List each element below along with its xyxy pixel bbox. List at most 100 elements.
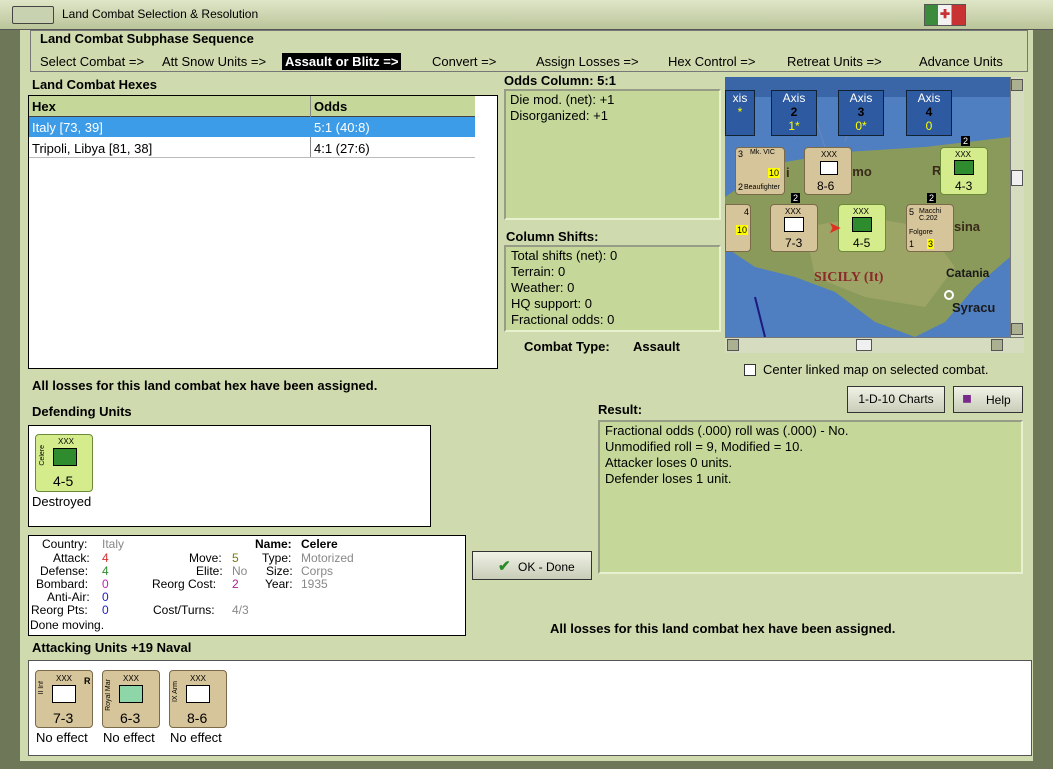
map-counter-ix-arm[interactable]: XXX 8-6 <box>804 147 852 195</box>
infantry-symbol-icon <box>954 160 974 175</box>
counter-top: XXX <box>821 150 838 159</box>
help-button-label: Help <box>986 393 1011 407</box>
counter-badge: 2 <box>961 136 971 146</box>
counter-top: XXX <box>56 674 73 683</box>
seq-step-att-snow: Att Snow Units => <box>162 54 267 69</box>
axis-box: xis * <box>725 90 755 136</box>
armor-symbol-icon <box>186 685 210 703</box>
counter-top: XXX <box>190 674 207 683</box>
done-moving: Done moving. <box>30 618 105 632</box>
seq-step-convert: Convert => <box>432 54 497 69</box>
map-counter-partial[interactable]: 4 10 <box>725 204 751 252</box>
losses-assigned-message: All losses for this land combat hex have… <box>32 378 378 393</box>
defense-label: Defense: <box>40 564 89 578</box>
counter-value: 6-3 <box>120 710 141 726</box>
charts-button[interactable]: 1-D-10 Charts <box>847 386 945 413</box>
cost-turns-value: 4/3 <box>232 603 249 617</box>
center-linked-checkbox[interactable] <box>744 364 756 376</box>
scroll-right-arrow-icon[interactable] <box>991 339 1003 351</box>
counter-name: Celere <box>39 445 46 466</box>
odds-title: Odds Column: 5:1 <box>504 73 616 88</box>
window-title: Land Combat Selection & Resolution <box>62 7 259 21</box>
map-horizontal-scroll-thumb[interactable] <box>856 339 872 351</box>
defending-unit-status: Destroyed <box>32 494 92 509</box>
map-label-catania: Catania <box>946 266 990 280</box>
axis-box-label: xis <box>732 91 748 105</box>
map-label-syracuse: Syracu <box>952 300 996 315</box>
counter-name: Royal Mar <box>105 679 112 711</box>
shift-line: HQ support: 0 <box>511 296 592 311</box>
attacking-unit-counter[interactable]: XXX IX Arm 8-6 <box>169 670 227 728</box>
infantry-symbol-icon <box>784 217 804 232</box>
defending-title: Defending Units <box>32 404 132 419</box>
map-counter-v-inf[interactable]: XXX 4-3 2 <box>940 136 988 195</box>
counter-top: 3 <box>738 149 744 159</box>
marine-symbol-icon <box>119 685 143 703</box>
reorg-cost-value: 2 <box>232 577 239 591</box>
defending-unit-counter[interactable]: XXX Celere 4-5 <box>35 434 93 492</box>
name-label: Name: <box>255 537 292 551</box>
axis-box-label: Axis <box>917 91 941 105</box>
counter-side: 2 <box>738 182 744 192</box>
counter-side: 1 <box>909 239 915 249</box>
country-value: Italy <box>102 537 125 551</box>
map-counter-folgore[interactable]: 5 Macchi C.202 3 1 Folgore 2 <box>906 193 954 252</box>
subphase-sequence-title: Land Combat Subphase Sequence <box>40 31 254 46</box>
attack-label: Attack: <box>53 551 90 565</box>
map-counter-beaufighter[interactable]: 3 Mk. VIC 10 2 Beaufighter <box>735 147 785 195</box>
attacking-unit-status: No effect <box>103 730 155 745</box>
counter-value: 4-5 <box>53 473 74 489</box>
scroll-left-arrow-icon[interactable] <box>727 339 739 351</box>
cost-turns-label: Cost/Turns: <box>153 603 215 617</box>
result-line: Unmodified roll = 9, Modified = 10. <box>605 439 803 454</box>
counter-top: 4 <box>744 207 750 217</box>
axis-box: Axis 2 1* <box>771 90 817 136</box>
counter-badge: 2 <box>927 193 937 203</box>
counter-value: 8-6 <box>187 710 208 726</box>
counter-name: II Inf <box>38 681 45 695</box>
counter-top: XXX <box>58 437 75 446</box>
counter-top: XXX <box>785 207 802 216</box>
scroll-up-arrow-icon[interactable] <box>1011 79 1023 91</box>
axis-box-sub: 0 <box>925 119 933 133</box>
axis-box-label: Axis <box>782 91 806 105</box>
bombard-label: Bombard: <box>36 577 89 591</box>
attacking-unit-counter[interactable]: XXX R II Inf 7-3 <box>35 670 93 728</box>
col-header-hex[interactable]: Hex <box>32 99 56 114</box>
counter-top: 5 <box>909 207 915 217</box>
attacking-unit-counter[interactable]: XXX Royal Mar 6-3 <box>102 670 160 728</box>
axis-box: Axis 4 0 <box>906 90 952 136</box>
seq-step-assault-blitz: Assault or Blitz => <box>282 53 402 70</box>
shift-line: Fractional odds: 0 <box>511 312 615 327</box>
help-button[interactable]: ◼ Help <box>953 386 1023 413</box>
col-header-odds[interactable]: Odds <box>314 99 347 114</box>
seq-step-select-combat: Select Combat => <box>40 54 145 69</box>
motorized-infantry-symbol-icon <box>53 448 77 466</box>
elite-label: Elite: <box>196 564 223 578</box>
infantry-symbol-icon <box>52 685 76 703</box>
help-book-icon: ◼ <box>962 391 972 405</box>
axis-box-sub: 1* <box>788 119 800 133</box>
axis-box-sub: 0* <box>855 119 867 133</box>
type-label: Type: <box>262 551 292 565</box>
map-vertical-scrollbar[interactable] <box>1010 77 1024 337</box>
odds-line: Disorganized: +1 <box>510 108 608 123</box>
armor-symbol-icon <box>820 161 838 175</box>
name-value: Celere <box>301 537 338 551</box>
map-horizontal-scrollbar[interactable] <box>725 337 1024 353</box>
ok-done-button[interactable]: ✔ OK - Done <box>472 551 592 580</box>
counter-value: 7-3 <box>785 236 803 250</box>
map-counter-ii-inf[interactable]: XXX 7-3 2 <box>770 193 818 252</box>
counter-mid: Mk. VIC <box>750 149 775 156</box>
seq-step-advance: Advance Units <box>919 54 1003 69</box>
antiair-label: Anti-Air: <box>47 590 90 604</box>
hex-cell: Italy [73, 39] <box>32 120 103 135</box>
counter-value: 10 <box>736 225 749 235</box>
combat-type-value: Assault <box>633 339 680 354</box>
map-counter-celere[interactable]: XXX 4-5 <box>838 204 886 252</box>
type-value: Motorized <box>301 551 354 565</box>
hex-cell: Tripoli, Libya [81, 38] <box>32 141 153 156</box>
scroll-down-arrow-icon[interactable] <box>1011 323 1023 335</box>
system-menu-button[interactable] <box>12 6 54 24</box>
map-vertical-scroll-thumb[interactable] <box>1011 170 1023 186</box>
